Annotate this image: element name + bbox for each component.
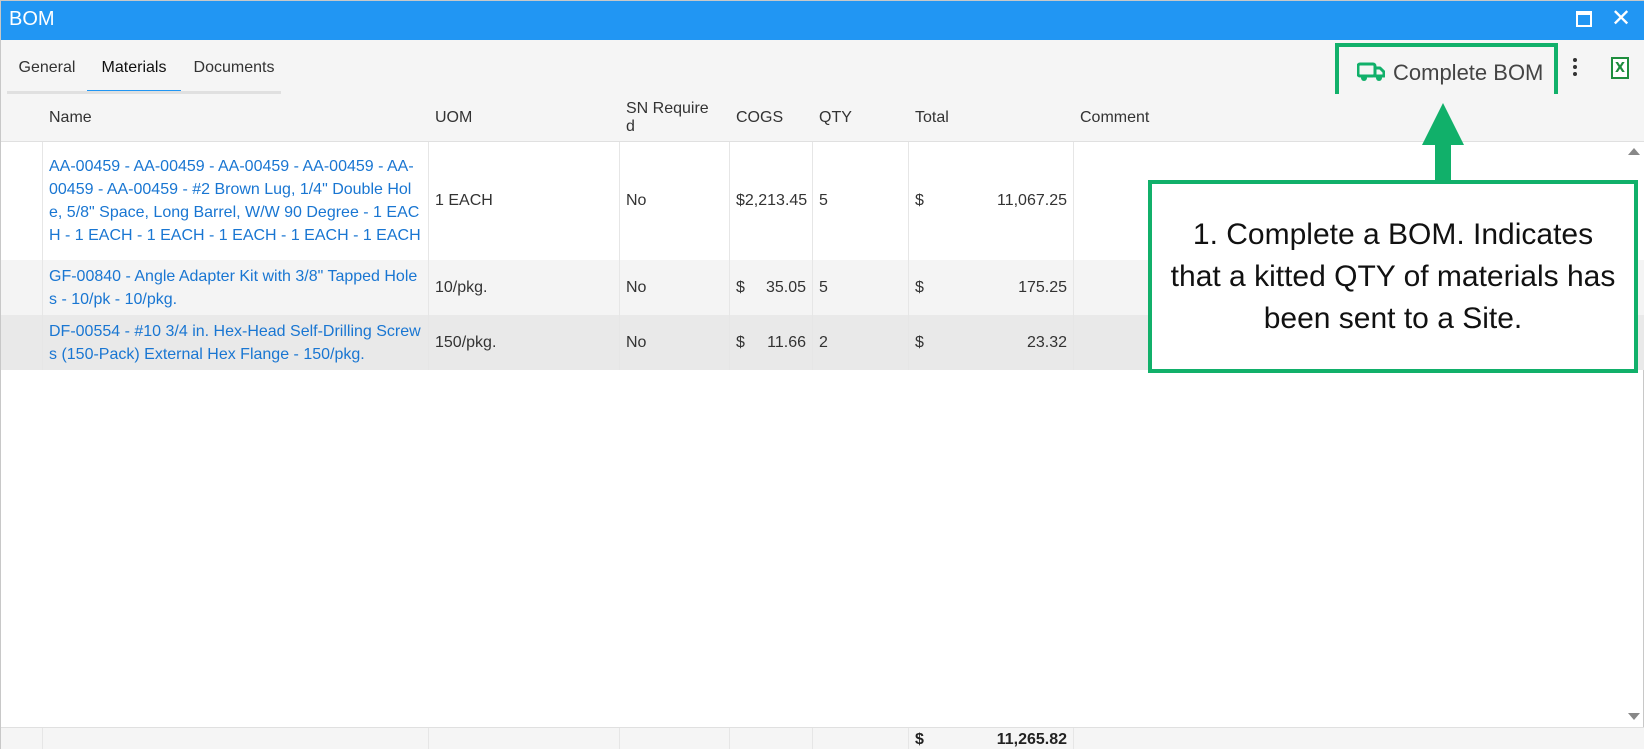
truck-icon — [1357, 62, 1385, 81]
cogs-value: $2,213.45 — [736, 192, 808, 209]
sn-required-text: No — [626, 192, 647, 209]
cogs-currency: $ — [736, 278, 745, 296]
excel-export-icon[interactable]: X — [1611, 57, 1629, 79]
qty-value: 5 — [819, 192, 828, 209]
row-selector[interactable] — [1, 260, 43, 315]
column-header-qty[interactable]: QTY — [813, 94, 909, 142]
window-title: BOM — [9, 8, 55, 30]
scroll-down-arrow-icon[interactable] — [1628, 713, 1640, 720]
footer-cell — [620, 728, 730, 749]
maximize-icon[interactable] — [1576, 11, 1592, 27]
total-value: 175.25 — [1018, 278, 1067, 296]
cogs-cell: $11.66 — [730, 315, 813, 370]
column-header-comment[interactable]: Comment — [1074, 94, 1594, 142]
tab-general-label: General — [18, 59, 76, 76]
total-value: 23.32 — [1026, 333, 1067, 351]
column-header-total-label: Total — [915, 109, 949, 126]
column-header-comment-label: Comment — [1080, 109, 1150, 126]
footer-cell — [43, 728, 429, 749]
qty-cell[interactable]: 5 — [813, 260, 909, 315]
uom-text: 1 EACH — [435, 192, 493, 209]
column-header-name-label: Name — [49, 109, 92, 126]
cogs-value: 11.66 — [767, 333, 806, 351]
material-name-text: GF-00840 - Angle Adapter Kit with 3/8" T… — [49, 267, 418, 308]
tab-materials[interactable]: Materials — [87, 40, 181, 94]
total-cell: $23.32 — [909, 315, 1074, 370]
qty-value: 2 — [819, 333, 828, 351]
annotation-callout: 1. Complete a BOM. Indicates that a kitt… — [1148, 180, 1638, 373]
material-name-text: AA-00459 - AA-00459 - AA-00459 - AA-0045… — [49, 158, 421, 244]
column-header-uom[interactable]: UOM — [429, 94, 620, 142]
column-header-qty-label: QTY — [819, 109, 852, 126]
sn-required-cell: No — [620, 260, 730, 315]
column-header-uom-label: UOM — [435, 109, 473, 126]
total-currency: $ — [915, 333, 924, 351]
title-bar: BOM ✕ — [1, 1, 1644, 40]
uom-cell: 10/pkg. — [429, 260, 620, 315]
row-selector[interactable] — [1, 315, 43, 370]
scroll-up-arrow-icon[interactable] — [1628, 148, 1640, 155]
total-currency: $ — [915, 192, 924, 209]
uom-cell: 150/pkg. — [429, 315, 620, 370]
footer-cell — [1, 728, 43, 749]
grid-header: Name UOM SN Required COGS QTY Total Comm… — [1, 94, 1644, 142]
column-header-name[interactable]: Name — [43, 94, 429, 142]
bom-window: BOM ✕ General Materials Documents Comple… — [0, 0, 1644, 749]
column-header-total[interactable]: Total — [909, 94, 1074, 142]
uom-text: 150/pkg. — [435, 333, 497, 351]
sn-required-text: No — [626, 278, 647, 296]
tab-documents-label: Documents — [193, 59, 275, 76]
callout-arrow-icon — [1422, 103, 1464, 145]
complete-bom-label: Complete BOM — [1393, 60, 1544, 85]
cogs-cell: $35.05 — [730, 260, 813, 315]
footer-cell — [813, 728, 909, 749]
total-cell: $11,067.25 — [909, 142, 1074, 260]
column-header-cogs[interactable]: COGS — [730, 94, 813, 142]
more-vertical-icon[interactable] — [1571, 58, 1579, 78]
row-selector[interactable] — [1, 142, 43, 260]
qty-value: 5 — [819, 278, 828, 296]
footer-cell — [730, 728, 813, 749]
sn-required-cell: No — [620, 315, 730, 370]
tab-materials-label: Materials — [101, 59, 167, 76]
material-name-link[interactable]: DF-00554 - #10 3/4 in. Hex-Head Self-Dri… — [43, 315, 429, 370]
material-name-link[interactable]: AA-00459 - AA-00459 - AA-00459 - AA-0045… — [43, 142, 429, 260]
qty-cell[interactable]: 2 — [813, 315, 909, 370]
total-value: 11,067.25 — [997, 192, 1067, 209]
material-name-text: DF-00554 - #10 3/4 in. Hex-Head Self-Dri… — [49, 322, 421, 363]
material-name-link[interactable]: GF-00840 - Angle Adapter Kit with 3/8" T… — [43, 260, 429, 315]
qty-cell[interactable]: 5 — [813, 142, 909, 260]
tab-general[interactable]: General — [7, 40, 87, 94]
uom-cell: 1 EACH — [429, 142, 620, 260]
footer-cell — [429, 728, 620, 749]
grand-total-value: 11,265.82 — [996, 731, 1067, 748]
cogs-cell: $2,213.45 — [730, 142, 813, 260]
callout-arrow-shaft — [1435, 143, 1451, 180]
total-cell: $175.25 — [909, 260, 1074, 315]
tab-documents[interactable]: Documents — [181, 40, 287, 94]
annotation-callout-text: 1. Complete a BOM. Indicates that a kitt… — [1170, 217, 1616, 335]
close-icon[interactable]: ✕ — [1611, 5, 1631, 33]
sn-required-cell: No — [620, 142, 730, 260]
column-header-sn-required[interactable]: SN Required — [620, 94, 712, 142]
grand-total-cell: $ 11,265.82 — [909, 728, 1074, 749]
column-header-sn-required-label: SN Required — [626, 100, 709, 135]
sn-required-text: No — [626, 333, 647, 351]
cogs-value: 35.05 — [765, 278, 806, 296]
column-header-cogs-label: COGS — [736, 109, 784, 126]
grand-total-currency: $ — [915, 731, 924, 748]
grid-footer: $ 11,265.82 — [1, 727, 1644, 749]
total-currency: $ — [915, 278, 924, 296]
cogs-currency: $ — [736, 333, 745, 351]
uom-text: 10/pkg. — [435, 278, 488, 296]
